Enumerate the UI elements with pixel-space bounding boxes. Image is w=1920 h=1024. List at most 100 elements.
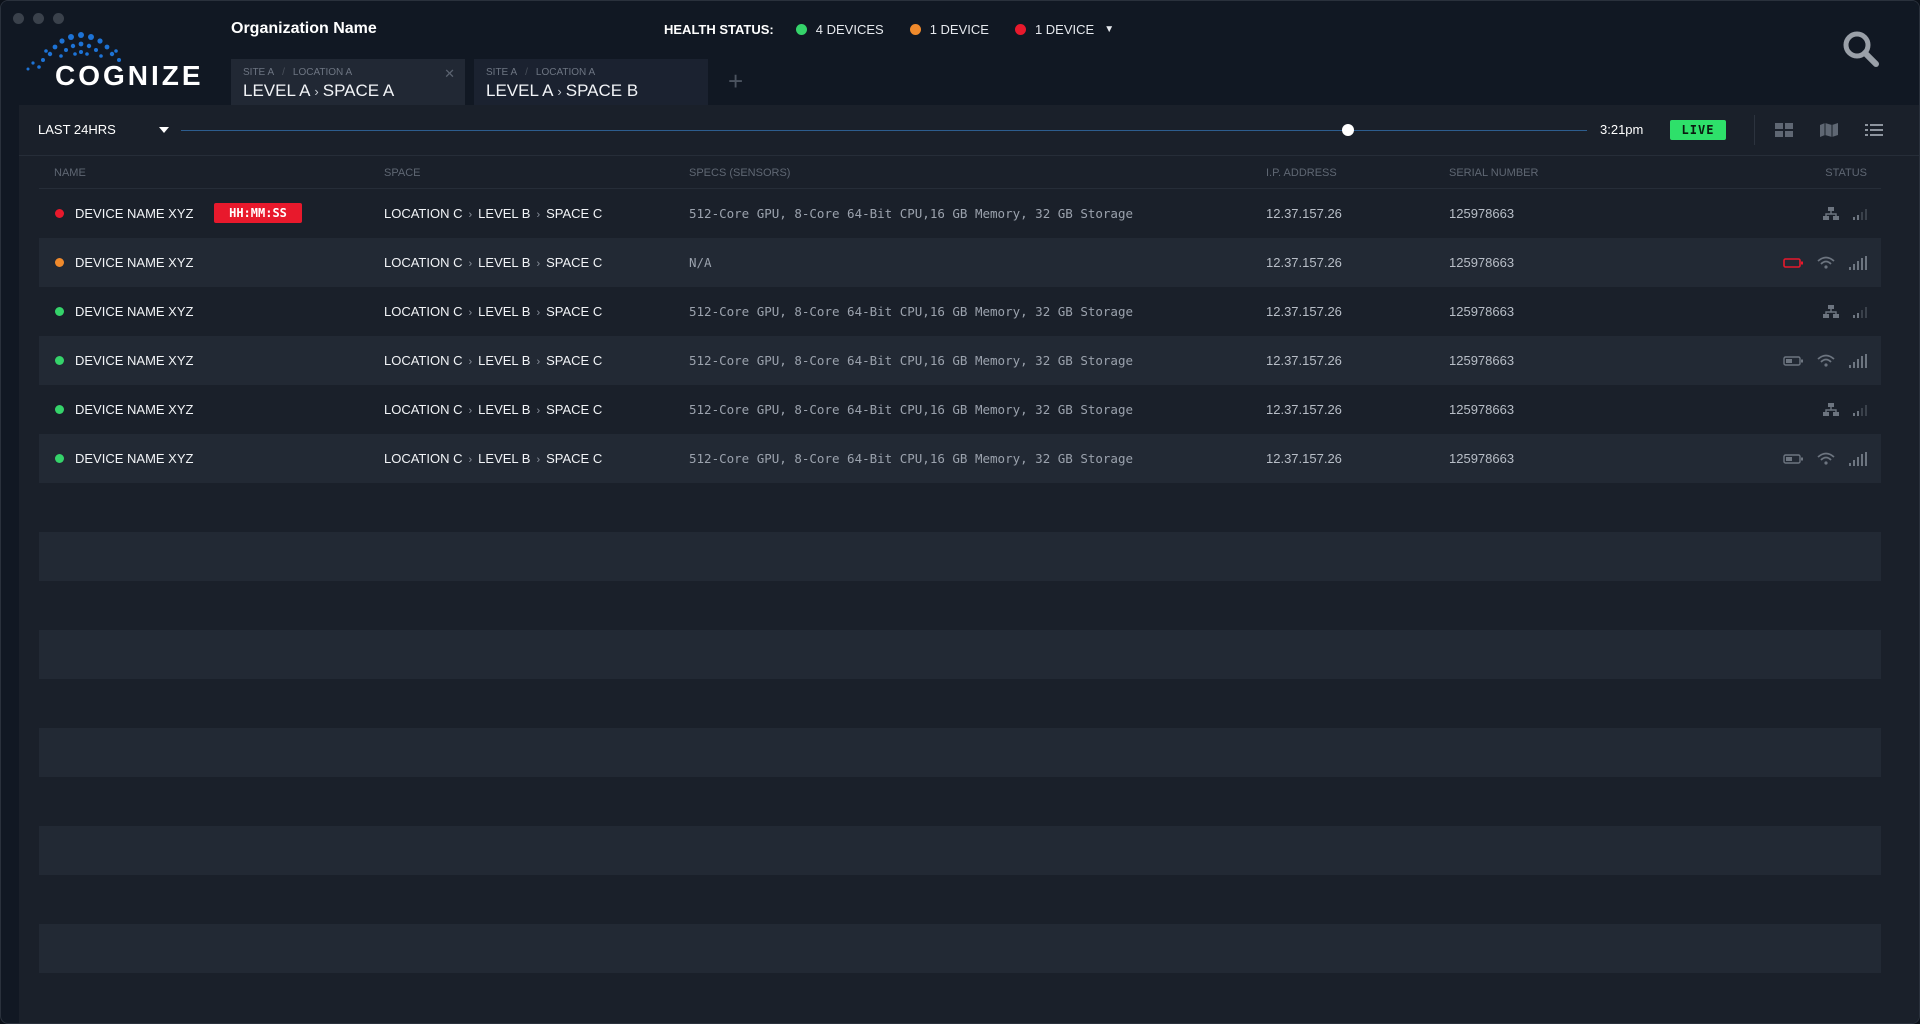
chevron-right-icon: › bbox=[468, 258, 473, 270]
empty-row bbox=[39, 875, 1881, 924]
device-space-path: LOCATION C › LEVEL B › SPACE C bbox=[384, 304, 603, 319]
chevron-right-icon: › bbox=[468, 209, 473, 221]
organization-name[interactable]: Organization Name bbox=[231, 20, 377, 38]
network-icon bbox=[1809, 403, 1839, 416]
map-view-icon[interactable] bbox=[1819, 122, 1839, 138]
wifi-icon bbox=[1803, 354, 1835, 367]
column-header-status[interactable]: STATUS bbox=[1825, 167, 1867, 179]
device-specs: 512-Core GPU, 8-Core 64-Bit CPU,16 GB Me… bbox=[689, 451, 1134, 466]
table-row[interactable]: DEVICE NAME XYZ LOCATION C › LEVEL B › SPACE… bbox=[39, 336, 1881, 385]
status-dot bbox=[55, 454, 64, 463]
time-range-select[interactable]: LAST 24HRS bbox=[38, 122, 116, 137]
current-time: 3:21pm bbox=[1600, 122, 1644, 137]
table-header: NAME SPACE SPECS (SENSORS) I.P. ADDRESS … bbox=[39, 158, 1881, 189]
column-header-space[interactable]: SPACE bbox=[384, 167, 420, 179]
live-button[interactable]: LIVE bbox=[1670, 120, 1726, 140]
add-tab-button[interactable]: + bbox=[728, 68, 743, 94]
device-status-icons bbox=[1809, 385, 1867, 434]
chevron-right-icon: › bbox=[536, 307, 541, 319]
chevron-right-icon: › bbox=[468, 454, 473, 466]
signal-low-icon bbox=[1839, 404, 1867, 416]
device-table: NAME SPACE SPECS (SENSORS) I.P. ADDRESS … bbox=[39, 158, 1881, 973]
device-serial: 125978663 bbox=[1449, 304, 1515, 319]
device-name[interactable]: DEVICE NAME XYZ bbox=[55, 385, 193, 434]
device-space-path: LOCATION C › LEVEL B › SPACE C bbox=[384, 255, 603, 270]
empty-row bbox=[39, 728, 1881, 777]
device-name[interactable]: DEVICE NAME XYZ bbox=[55, 287, 193, 336]
device-ip: 12.37.157.26 bbox=[1266, 402, 1342, 417]
device-specs: 512-Core GPU, 8-Core 64-Bit CPU,16 GB Me… bbox=[689, 304, 1134, 319]
empty-row bbox=[39, 532, 1881, 581]
device-specs: N/A bbox=[689, 255, 712, 270]
battery-low-icon bbox=[1769, 257, 1803, 268]
device-name[interactable]: DEVICE NAME XYZ bbox=[55, 336, 193, 385]
search-icon[interactable] bbox=[1841, 29, 1881, 69]
device-name[interactable]: DEVICE NAME XYZ bbox=[55, 434, 193, 483]
network-icon bbox=[1809, 207, 1839, 220]
wifi-icon bbox=[1803, 452, 1835, 465]
device-status-icons bbox=[1769, 238, 1867, 287]
table-row[interactable]: DEVICE NAME XYZ LOCATION C › LEVEL B › SPACE… bbox=[39, 287, 1881, 336]
device-ip: 12.37.157.26 bbox=[1266, 451, 1342, 466]
table-row[interactable]: DEVICE NAME XYZ LOCATION C › LEVEL B › SPACE… bbox=[39, 238, 1881, 287]
device-name[interactable]: DEVICE NAME XYZ bbox=[55, 189, 193, 238]
chevron-down-icon[interactable]: ▼ bbox=[1104, 24, 1114, 35]
column-header-ip[interactable]: I.P. ADDRESS bbox=[1266, 167, 1337, 179]
device-ip: 12.37.157.26 bbox=[1266, 353, 1342, 368]
chevron-right-icon: › bbox=[536, 209, 541, 221]
tab-level-a-space-a[interactable]: SITE A / LOCATION A LEVEL A › SPACE A ✕ bbox=[231, 59, 465, 105]
timeline-handle[interactable] bbox=[1341, 124, 1354, 136]
device-space-path: LOCATION C › LEVEL B › SPACE C bbox=[384, 451, 603, 466]
table-row[interactable]: DEVICE NAME XYZ LOCATION C › LEVEL B › SPACE… bbox=[39, 434, 1881, 483]
health-alert-count: 1 DEVICE bbox=[1014, 22, 1094, 37]
device-serial: 125978663 bbox=[1449, 451, 1515, 466]
table-row[interactable]: DEVICE NAME XYZ HH:MM:SS LOCATION C › LEVE… bbox=[39, 189, 1881, 238]
device-specs: 512-Core GPU, 8-Core 64-Bit CPU,16 GB Me… bbox=[689, 206, 1134, 221]
tab-level-a-space-b[interactable]: SITE A / LOCATION A LEVEL A › SPACE B bbox=[474, 59, 708, 105]
list-view-icon[interactable] bbox=[1864, 122, 1884, 138]
chevron-right-icon: › bbox=[536, 454, 541, 466]
device-space-path: LOCATION C › LEVEL B › SPACE C bbox=[384, 353, 603, 368]
health-status[interactable]: HEALTH STATUS: 4 DEVICES 1 DEVICE 1 DEVI… bbox=[664, 22, 1114, 37]
signal-low-icon bbox=[1839, 208, 1867, 220]
empty-row bbox=[39, 924, 1881, 973]
grid-view-icon[interactable] bbox=[1774, 122, 1794, 138]
column-header-serial[interactable]: SERIAL NUMBER bbox=[1449, 167, 1538, 179]
app-window: COGNIZE Organization Name SITE A / LOCATIO… bbox=[0, 0, 1920, 1024]
dropdown-caret-icon[interactable] bbox=[159, 127, 169, 133]
logo-wordmark: COGNIZE bbox=[55, 60, 204, 91]
device-serial: 125978663 bbox=[1449, 402, 1515, 417]
device-specs: 512-Core GPU, 8-Core 64-Bit CPU,16 GB Me… bbox=[689, 402, 1134, 417]
close-icon[interactable]: ✕ bbox=[444, 66, 455, 82]
tab-breadcrumb: SITE A / LOCATION A bbox=[486, 67, 596, 78]
signal-full-icon bbox=[1835, 353, 1867, 368]
network-icon bbox=[1809, 305, 1839, 318]
divider bbox=[1754, 115, 1755, 145]
column-header-name[interactable]: NAME bbox=[54, 167, 86, 179]
empty-row bbox=[39, 483, 1881, 532]
content-panel: LAST 24HRS 3:21pm LIVE NAME SPACE SPECS … bbox=[19, 105, 1919, 1023]
device-name[interactable]: DEVICE NAME XYZ bbox=[55, 238, 193, 287]
wifi-icon bbox=[1803, 256, 1835, 269]
table-row[interactable]: DEVICE NAME XYZ LOCATION C › LEVEL B › SPACE… bbox=[39, 385, 1881, 434]
device-serial: 125978663 bbox=[1449, 255, 1515, 270]
window-minimize-control[interactable] bbox=[33, 13, 44, 24]
window-zoom-control[interactable] bbox=[53, 13, 64, 24]
device-ip: 12.37.157.26 bbox=[1266, 304, 1342, 319]
health-status-label: HEALTH STATUS: bbox=[664, 22, 774, 37]
empty-row bbox=[39, 777, 1881, 826]
battery-icon bbox=[1769, 355, 1803, 366]
battery-icon bbox=[1769, 453, 1803, 464]
status-dot bbox=[55, 307, 64, 316]
tab-title: LEVEL A › SPACE A bbox=[243, 81, 395, 100]
window-close-control[interactable] bbox=[13, 13, 24, 24]
health-ok-count: 4 DEVICES bbox=[795, 22, 884, 37]
health-warning-count: 1 DEVICE bbox=[909, 22, 989, 37]
empty-row bbox=[39, 679, 1881, 728]
device-ip: 12.37.157.26 bbox=[1266, 206, 1342, 221]
timeline-track[interactable] bbox=[181, 130, 1587, 131]
status-dot-orange bbox=[909, 24, 921, 35]
status-dot-red bbox=[1014, 24, 1026, 35]
column-header-specs[interactable]: SPECS (SENSORS) bbox=[689, 167, 790, 179]
empty-row bbox=[39, 581, 1881, 630]
